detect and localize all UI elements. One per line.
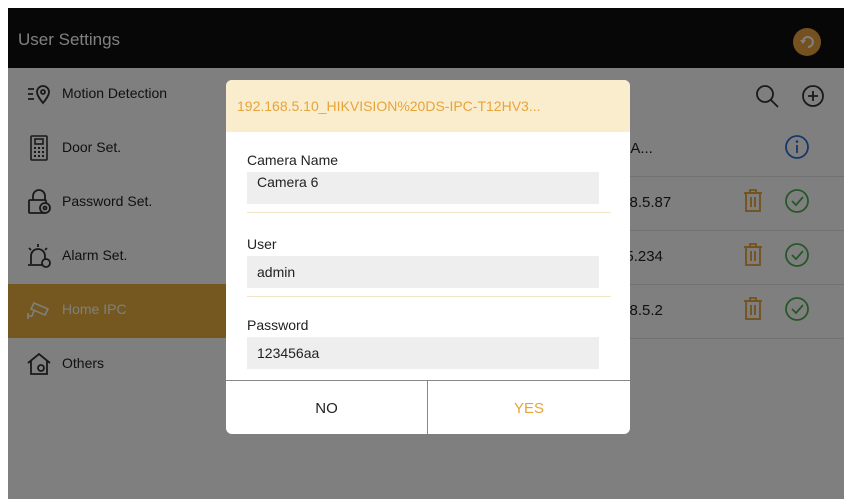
password-input[interactable]: 123456aa — [247, 337, 599, 369]
dialog-title: 192.168.5.10_HIKVISION%20DS-IPC-T12HV3..… — [237, 98, 541, 114]
divider — [247, 212, 611, 213]
dialog-header: 192.168.5.10_HIKVISION%20DS-IPC-T12HV3..… — [226, 80, 630, 132]
user-value: admin — [257, 264, 296, 280]
user-input[interactable]: admin — [247, 256, 599, 288]
app-window: User Settings Motion Detection — [8, 8, 844, 499]
yes-button[interactable]: YES — [428, 381, 630, 434]
password-value: 123456aa — [257, 345, 320, 361]
no-button[interactable]: NO — [226, 381, 428, 434]
camera-name-label: Camera Name — [247, 152, 339, 168]
dialog-footer: NO YES — [226, 380, 630, 434]
camera-name-input[interactable]: Camera 6 — [247, 172, 599, 204]
divider — [247, 296, 611, 297]
password-label: Password — [247, 317, 309, 333]
camera-name-value: Camera 6 — [257, 174, 319, 190]
user-label: User — [247, 236, 277, 252]
edit-camera-dialog: 192.168.5.10_HIKVISION%20DS-IPC-T12HV3..… — [226, 80, 630, 434]
